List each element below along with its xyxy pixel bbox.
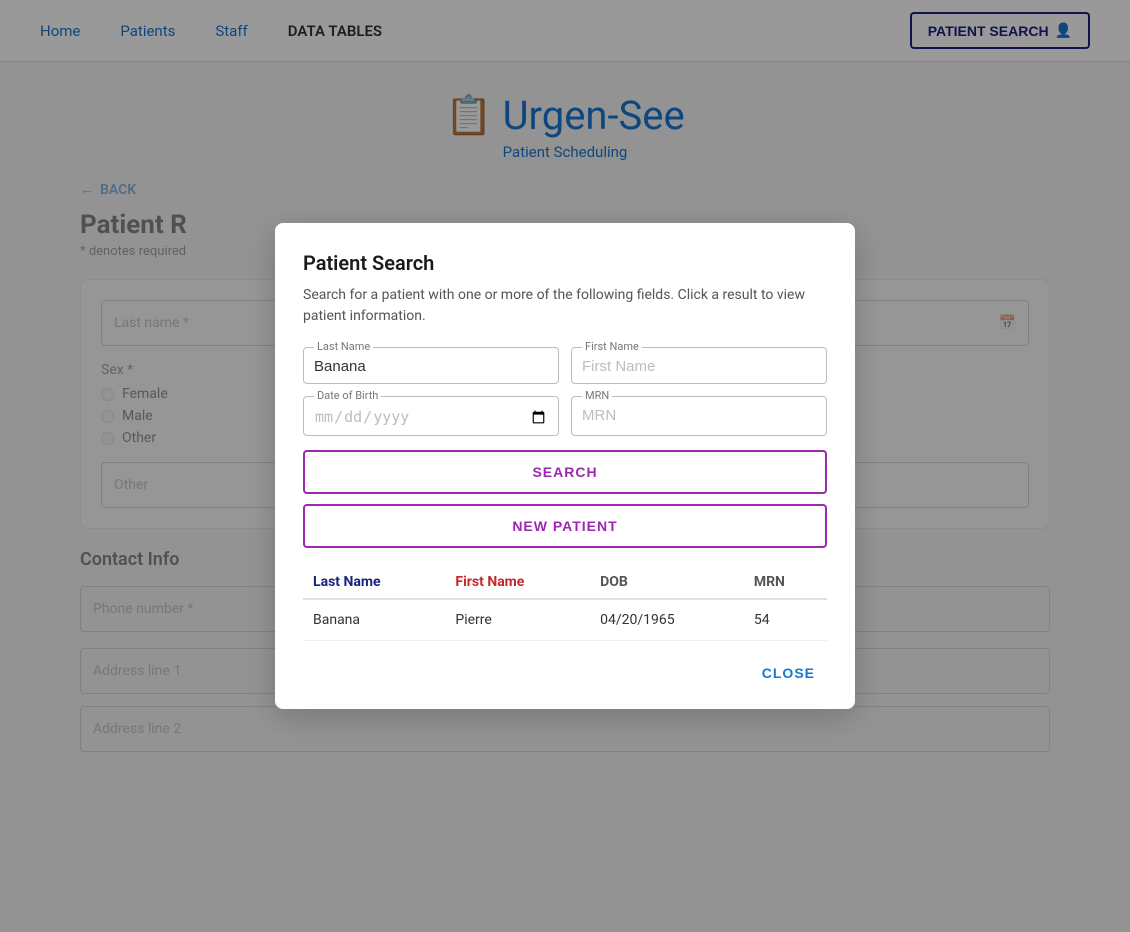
col-dob-header: DOB bbox=[590, 566, 744, 599]
modal-overlay: Patient Search Search for a patient with… bbox=[0, 0, 1130, 932]
first-name-field-group: First Name bbox=[571, 347, 827, 384]
first-name-search-input[interactable] bbox=[582, 354, 816, 375]
results-table-header: Last Name First Name DOB MRN bbox=[303, 566, 827, 599]
table-cell-first_name: Pierre bbox=[445, 599, 590, 641]
last-name-search-input[interactable] bbox=[314, 354, 548, 375]
first-name-field-label: First Name bbox=[582, 340, 642, 353]
col-mrn-header: MRN bbox=[744, 566, 827, 599]
mrn-field-group: MRN bbox=[571, 396, 827, 436]
modal-description: Search for a patient with one or more of… bbox=[303, 285, 827, 327]
patient-search-modal: Patient Search Search for a patient with… bbox=[275, 223, 855, 709]
dob-field-label: Date of Birth bbox=[314, 389, 381, 402]
table-cell-dob: 04/20/1965 bbox=[590, 599, 744, 641]
mrn-field-label: MRN bbox=[582, 389, 612, 402]
table-cell-mrn: 54 bbox=[744, 599, 827, 641]
table-row[interactable]: BananaPierre04/20/196554 bbox=[303, 599, 827, 641]
col-last-name-header: Last Name bbox=[303, 566, 445, 599]
modal-title: Patient Search bbox=[303, 251, 827, 275]
mrn-search-input[interactable] bbox=[582, 403, 816, 424]
table-cell-last_name: Banana bbox=[303, 599, 445, 641]
dob-field-group: Date of Birth bbox=[303, 396, 559, 436]
search-fields-container: Last Name First Name Date of Birth MRN bbox=[303, 347, 827, 436]
new-patient-button[interactable]: NEW PATIENT bbox=[303, 504, 827, 548]
results-table: Last Name First Name DOB MRN BananaPierr… bbox=[303, 566, 827, 641]
modal-footer: CLOSE bbox=[303, 657, 827, 689]
results-table-body: BananaPierre04/20/196554 bbox=[303, 599, 827, 641]
last-name-field-label: Last Name bbox=[314, 340, 373, 353]
col-first-name-header: First Name bbox=[445, 566, 590, 599]
dob-search-input[interactable] bbox=[314, 403, 548, 427]
close-button[interactable]: CLOSE bbox=[750, 657, 827, 689]
last-name-field-group: Last Name bbox=[303, 347, 559, 384]
search-button[interactable]: SEARCH bbox=[303, 450, 827, 494]
